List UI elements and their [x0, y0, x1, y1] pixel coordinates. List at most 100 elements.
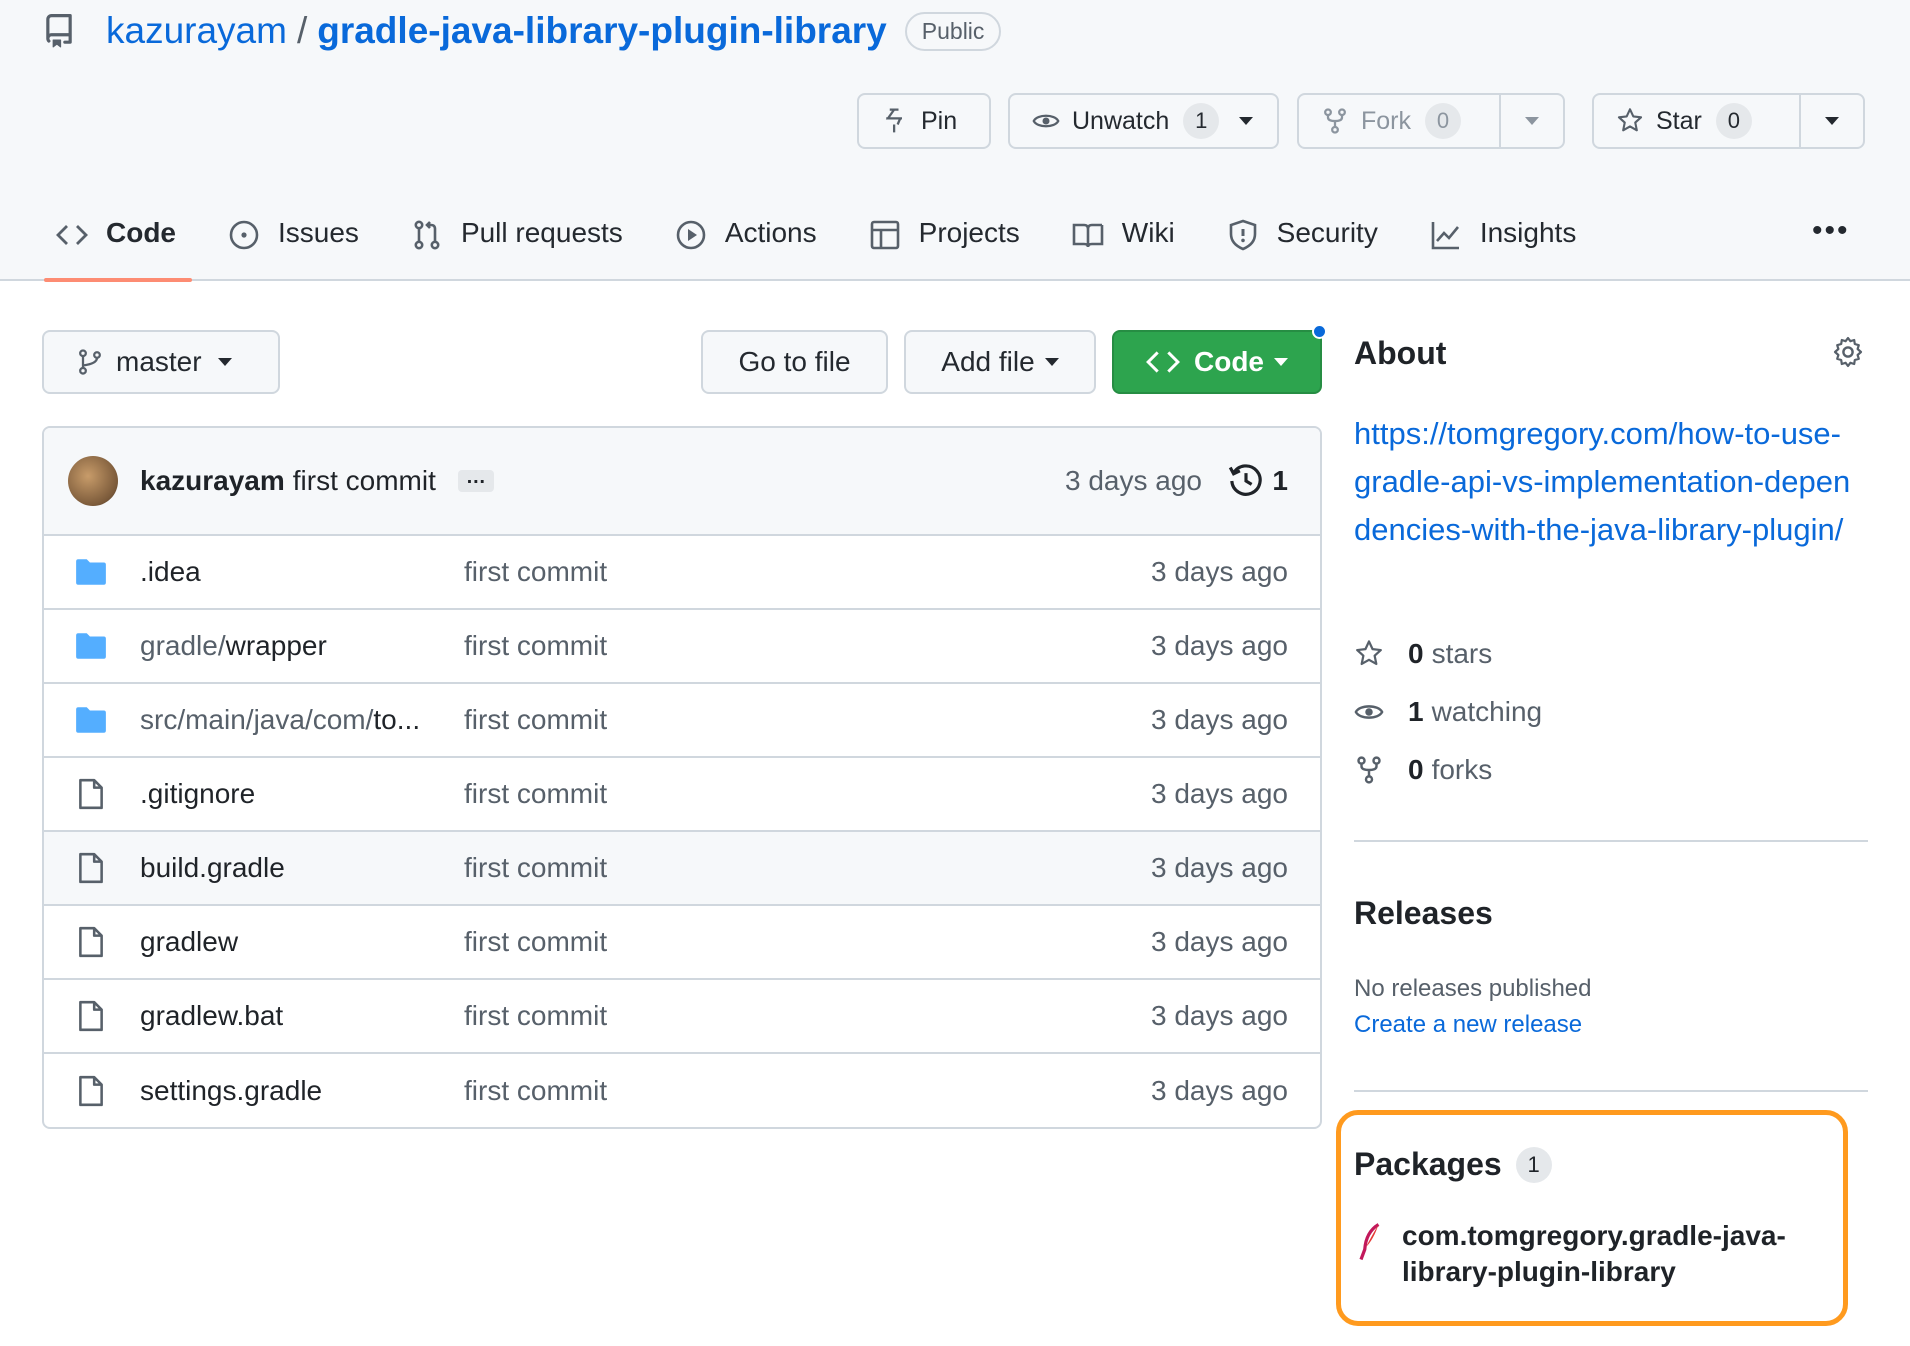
commit-expand-button[interactable]: …: [457, 467, 494, 492]
star-icon: [1356, 640, 1382, 666]
play-icon: [676, 220, 706, 250]
file-row[interactable]: src/main/java/com/to... first commit 3 d…: [44, 684, 1320, 758]
file-commit-message[interactable]: first commit: [464, 778, 607, 810]
shield-icon: [1229, 219, 1256, 251]
tab-actions[interactable]: Actions: [675, 207, 817, 281]
star-button-group: Star 0: [1592, 93, 1865, 149]
pull-request-icon: [414, 220, 440, 250]
tab-issues[interactable]: Issues: [228, 207, 359, 281]
file-browser: kazurayam first commit … 3 days ago 1 .i…: [42, 426, 1322, 1129]
file-name-link[interactable]: gradle/wrapper: [140, 630, 327, 662]
file-commit-message[interactable]: first commit: [464, 1075, 607, 1107]
file-name-link[interactable]: .idea: [140, 556, 201, 588]
file-row[interactable]: settings.gradle first commit 3 days ago: [44, 1054, 1320, 1127]
file-name-link[interactable]: gradlew: [140, 926, 238, 958]
repo-nav-tabs: Code Issues Pull requests Actions Projec…: [42, 207, 1628, 282]
pin-label: Pin: [921, 106, 958, 135]
tab-label: Pull requests: [460, 217, 623, 248]
more-tabs-icon[interactable]: •••: [1812, 214, 1850, 248]
file-commit-message[interactable]: first commit: [464, 704, 607, 736]
fork-icon: [1324, 108, 1346, 134]
table-icon: [870, 220, 899, 250]
file-time: 3 days ago: [1151, 556, 1288, 587]
eye-icon: [1032, 114, 1060, 128]
gear-icon[interactable]: [1832, 336, 1864, 368]
star-dropdown[interactable]: [1799, 95, 1863, 147]
code-icon: [1146, 351, 1180, 373]
tab-security[interactable]: Security: [1227, 207, 1378, 281]
file-name-link[interactable]: settings.gradle: [140, 1075, 322, 1107]
file-time: 3 days ago: [1151, 1000, 1288, 1031]
repo-owner-link[interactable]: kazurayam: [106, 10, 287, 52]
file-name-link[interactable]: gradlew.bat: [140, 1000, 283, 1032]
commit-message-link[interactable]: first commit: [293, 465, 436, 497]
file-row[interactable]: build.gradle first commit 3 days ago: [44, 832, 1320, 906]
tab-label: Actions: [724, 217, 817, 248]
file-time: 3 days ago: [1151, 704, 1288, 735]
folder-icon: [76, 559, 106, 585]
fork-button-group: Fork 0: [1297, 93, 1565, 149]
stars-count: 0: [1408, 638, 1424, 669]
chevron-down-icon: [1525, 117, 1539, 125]
file-icon: [79, 1000, 103, 1032]
go-to-file-button[interactable]: Go to file: [701, 330, 888, 394]
file-icon: [79, 1075, 103, 1107]
repo-icon: [46, 14, 72, 48]
file-name-link[interactable]: build.gradle: [140, 852, 285, 884]
file-commit-message[interactable]: first commit: [464, 852, 607, 884]
tab-label: Insights: [1479, 217, 1577, 248]
forks-stat[interactable]: 0 forks: [1354, 754, 1492, 786]
history-icon: [1229, 464, 1263, 496]
file-commit-message[interactable]: first commit: [464, 926, 607, 958]
notification-dot: [1312, 324, 1327, 339]
pin-button[interactable]: Pin: [857, 93, 991, 149]
code-download-button[interactable]: Code: [1112, 330, 1322, 394]
stars-stat[interactable]: 0 stars: [1354, 638, 1492, 670]
chevron-down-icon: [1825, 117, 1839, 125]
watch-counter: 1: [1183, 103, 1220, 139]
watching-stat[interactable]: 1 watching: [1354, 696, 1542, 728]
file-row[interactable]: gradle/wrapper first commit 3 days ago: [44, 610, 1320, 684]
tab-projects[interactable]: Projects: [869, 207, 1020, 281]
releases-heading[interactable]: Releases: [1354, 895, 1493, 932]
add-file-label: Add file: [941, 346, 1035, 377]
star-button[interactable]: Star 0: [1594, 95, 1799, 147]
star-icon: [1617, 108, 1643, 132]
file-row[interactable]: .gitignore first commit 3 days ago: [44, 758, 1320, 832]
chevron-down-icon: [217, 358, 232, 366]
file-time: 3 days ago: [1151, 926, 1288, 957]
tab-insights[interactable]: Insights: [1430, 207, 1577, 281]
go-to-file-label: Go to file: [738, 346, 851, 377]
about-website-link[interactable]: https://tomgregory.com/how-to-use-gradle…: [1354, 410, 1854, 554]
fork-dropdown[interactable]: [1499, 95, 1563, 147]
tab-pull-requests[interactable]: Pull requests: [411, 207, 623, 281]
folder-icon: [76, 633, 106, 659]
file-commit-message[interactable]: first commit: [464, 630, 607, 662]
unwatch-button[interactable]: Unwatch 1: [1008, 93, 1279, 149]
file-time: 3 days ago: [1151, 1075, 1288, 1106]
file-name-link[interactable]: src/main/java/com/to...: [140, 704, 420, 736]
chevron-down-icon: [1274, 358, 1288, 366]
fork-button[interactable]: Fork 0: [1299, 95, 1499, 147]
tab-code[interactable]: Code: [44, 207, 192, 282]
commit-history-link[interactable]: 1: [1228, 463, 1288, 499]
file-row[interactable]: gradlew.bat first commit 3 days ago: [44, 980, 1320, 1054]
tab-wiki[interactable]: Wiki: [1072, 207, 1175, 281]
branch-select-button[interactable]: master: [42, 330, 280, 394]
repo-separator: /: [296, 10, 308, 51]
file-commit-message[interactable]: first commit: [464, 556, 607, 588]
branch-name: master: [116, 346, 202, 377]
no-releases-text: No releases published: [1354, 975, 1592, 1002]
file-commit-message[interactable]: first commit: [464, 1000, 607, 1032]
avatar[interactable]: [68, 456, 118, 506]
file-row[interactable]: .idea first commit 3 days ago: [44, 536, 1320, 610]
file-row[interactable]: gradlew first commit 3 days ago: [44, 906, 1320, 980]
add-file-button[interactable]: Add file: [904, 330, 1096, 394]
file-name-link[interactable]: .gitignore: [140, 778, 255, 810]
book-icon: [1072, 223, 1104, 248]
forks-label: forks: [1431, 754, 1493, 785]
star-counter: 0: [1715, 103, 1752, 139]
commit-author-link[interactable]: kazurayam: [140, 465, 285, 497]
repo-name-link[interactable]: gradle-java-library-plugin-library: [317, 10, 887, 52]
create-release-link[interactable]: Create a new release: [1354, 1011, 1582, 1039]
